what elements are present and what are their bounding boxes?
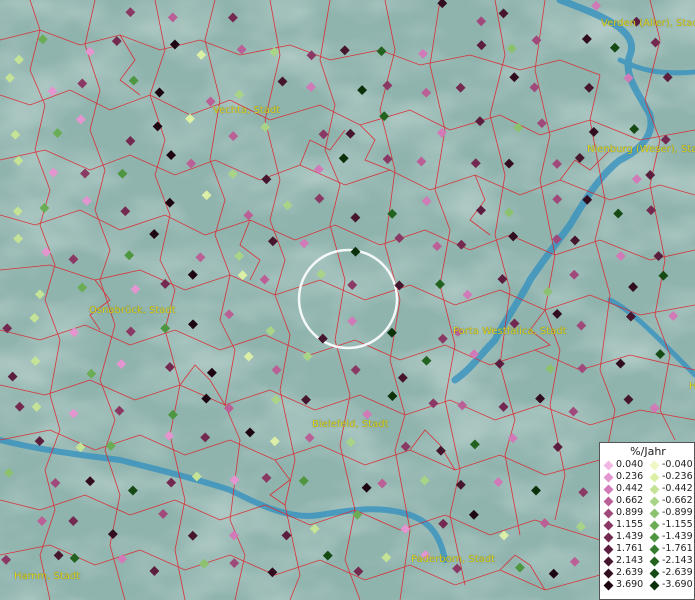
legend-value: 1.761: [616, 543, 644, 554]
city-label-bielefeld: Bielefeld, Stadt: [312, 419, 389, 430]
legend-value: -0.662: [662, 495, 693, 506]
legend-entry: 0.442: [603, 483, 649, 495]
legend-swatch: [603, 556, 614, 566]
legend-swatch: [603, 472, 614, 482]
legend-swatch: [649, 508, 660, 518]
legend-value: -0.899: [662, 507, 693, 518]
legend-value: 1.439: [616, 531, 644, 542]
legend-value: -2.143: [662, 555, 693, 566]
legend-swatch: [649, 580, 660, 590]
legend-swatch: [603, 520, 614, 530]
legend-entry: 2.143: [603, 555, 649, 567]
legend-entry: -3.690: [649, 579, 695, 591]
legend-row: 3.690 -3.690: [603, 579, 695, 591]
legend-title: %/Jahr: [630, 445, 666, 458]
legend-entry: -0.662: [649, 495, 695, 507]
legend-swatch: [649, 556, 660, 566]
legend-row: 1.761 -1.761: [603, 543, 695, 555]
legend-entry: 2.639: [603, 567, 649, 579]
city-label-porta-westfalica: Porta Westfalica, Stadt: [453, 326, 567, 337]
legend-swatch: [603, 580, 614, 590]
legend-value: 0.899: [616, 507, 644, 518]
legend-value: 0.040: [616, 459, 644, 470]
legend-swatch: [603, 532, 614, 542]
legend-row: 1.439 -1.439: [603, 531, 695, 543]
legend-value: -1.155: [662, 519, 693, 530]
city-label-osnabrueck: Osnabrück, Stadt: [89, 305, 176, 316]
legend-value: 2.143: [616, 555, 644, 566]
legend-swatch: [603, 460, 614, 470]
city-label-hamm: Hamm, Stadt: [14, 571, 81, 582]
legend-entry: 1.439: [603, 531, 649, 543]
legend-entry: 3.690: [603, 579, 649, 591]
city-label-vechta: Vechta, Stadt: [213, 105, 281, 116]
legend-swatch: [649, 496, 660, 506]
legend-swatch: [649, 568, 660, 578]
legend-swatch: [649, 472, 660, 482]
legend-entry: -0.040: [649, 459, 695, 471]
legend-row: 1.155 -1.155: [603, 519, 695, 531]
legend-entry: -2.639: [649, 567, 695, 579]
legend-value: 2.639: [616, 567, 644, 578]
city-label-nienburg: Nienburg (Weser), Stadt: [587, 144, 695, 155]
legend-entry: -0.899: [649, 507, 695, 519]
legend-entry: -2.143: [649, 555, 695, 567]
legend-row: 0.662 -0.662: [603, 495, 695, 507]
legend-entry: -0.236: [649, 471, 695, 483]
legend-swatch: [603, 508, 614, 518]
legend-swatch: [603, 568, 614, 578]
legend-value: 0.442: [616, 483, 644, 494]
legend-entry: 1.155: [603, 519, 649, 531]
legend-value: -0.040: [662, 459, 693, 470]
legend-rows: 0.040 -0.040 0.236 -0.236 0.442 -0.442 0.662 -0…: [603, 459, 695, 591]
city-label-verden: Verden (Aller), Stadt: [601, 18, 695, 29]
legend-row: 0.040 -0.040: [603, 459, 695, 471]
legend-swatch: [649, 484, 660, 494]
legend-entry: -1.155: [649, 519, 695, 531]
legend-swatch: [603, 544, 614, 554]
legend-value: -3.690: [662, 579, 693, 590]
legend-swatch: [649, 520, 660, 530]
legend-entry: -1.761: [649, 543, 695, 555]
city-label-edge: H: [689, 381, 695, 392]
legend-value: 0.236: [616, 471, 644, 482]
legend-entry: 1.761: [603, 543, 649, 555]
legend-row: 0.236 -0.236: [603, 471, 695, 483]
map-layer: [0, 0, 695, 600]
legend-swatch: [649, 532, 660, 542]
legend-value: 1.155: [616, 519, 644, 530]
legend-entry: 0.236: [603, 471, 649, 483]
legend-entry: 0.040: [603, 459, 649, 471]
legend-entry: 0.899: [603, 507, 649, 519]
legend: %/Jahr 0.040 -0.040 0.236 -0.236 0.442 -0.442…: [599, 442, 695, 600]
legend-row: 0.442 -0.442: [603, 483, 695, 495]
legend-value: -1.761: [662, 543, 693, 554]
map-canvas[interactable]: Verden (Aller), Stadt Vechta, Stadt Nien…: [0, 0, 695, 600]
legend-row: 0.899 -0.899: [603, 507, 695, 519]
legend-swatch: [603, 496, 614, 506]
legend-entry: -1.439: [649, 531, 695, 543]
city-label-paderborn: Paderborn, Stadt: [411, 554, 496, 565]
legend-value: -0.442: [662, 483, 693, 494]
legend-swatch: [603, 484, 614, 494]
legend-entry: 0.662: [603, 495, 649, 507]
legend-entry: -0.442: [649, 483, 695, 495]
legend-value: -0.236: [662, 471, 693, 482]
legend-value: -1.439: [662, 531, 693, 542]
legend-value: 3.690: [616, 579, 644, 590]
legend-row: 2.639 -2.639: [603, 567, 695, 579]
legend-value: -2.639: [662, 567, 693, 578]
legend-row: 2.143 -2.143: [603, 555, 695, 567]
legend-swatch: [649, 460, 660, 470]
legend-swatch: [649, 544, 660, 554]
legend-value: 0.662: [616, 495, 644, 506]
